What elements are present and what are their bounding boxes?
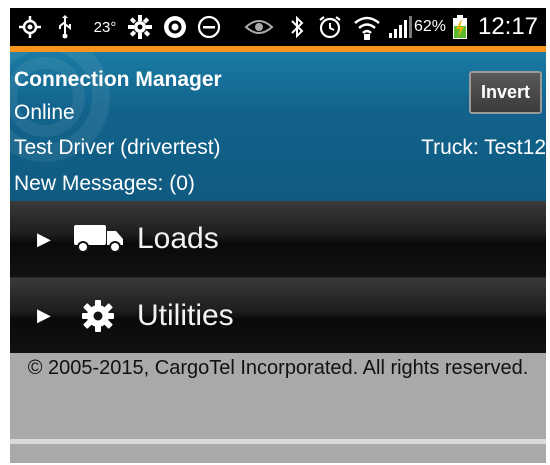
sync-icon: [161, 8, 189, 46]
usb-icon: [54, 8, 76, 46]
driver-name: Test Driver (drivertest): [14, 136, 221, 159]
menu-item-loads[interactable]: ▶ Loads: [10, 201, 546, 277]
wifi-icon: [352, 8, 382, 46]
footer-divider: [10, 439, 546, 444]
invert-button[interactable]: Invert: [469, 71, 542, 114]
truck-icon: [72, 219, 126, 257]
battery-icon: [450, 8, 470, 46]
clock-time: 12:17: [477, 13, 539, 40]
truck-id: Truck: Test12: [421, 136, 546, 159]
menu-item-label: Loads: [137, 222, 219, 255]
do-not-disturb-icon: [195, 8, 223, 46]
menu-item-utilities[interactable]: ▶ Utilities: [10, 277, 546, 353]
alarm-icon: [316, 8, 344, 46]
battery-percent-text: 62%: [413, 18, 447, 35]
connection-header: Connection Manager Online Test Driver (d…: [10, 52, 546, 201]
status-bar: 23° 62% 12:17: [10, 8, 546, 46]
app-screen: 23° 62% 12:17 Connection Manager Online …: [10, 8, 546, 463]
temperature-text: 23°: [93, 18, 117, 36]
eye-icon: [242, 8, 276, 46]
expand-arrow-icon: ▶: [37, 305, 51, 325]
connection-status: Online: [14, 101, 75, 124]
new-messages-link[interactable]: New Messages: (0): [14, 172, 195, 196]
gps-icon: [16, 8, 44, 46]
settings-icon: [126, 8, 154, 46]
gear-icon: [80, 298, 116, 334]
page-title: Connection Manager: [14, 68, 222, 91]
menu-item-label: Utilities: [137, 298, 234, 332]
expand-arrow-icon: ▶: [37, 228, 51, 249]
copyright-text: © 2005-2015, CargoTel Incorporated. All …: [27, 357, 529, 379]
bluetooth-icon: [286, 8, 308, 46]
